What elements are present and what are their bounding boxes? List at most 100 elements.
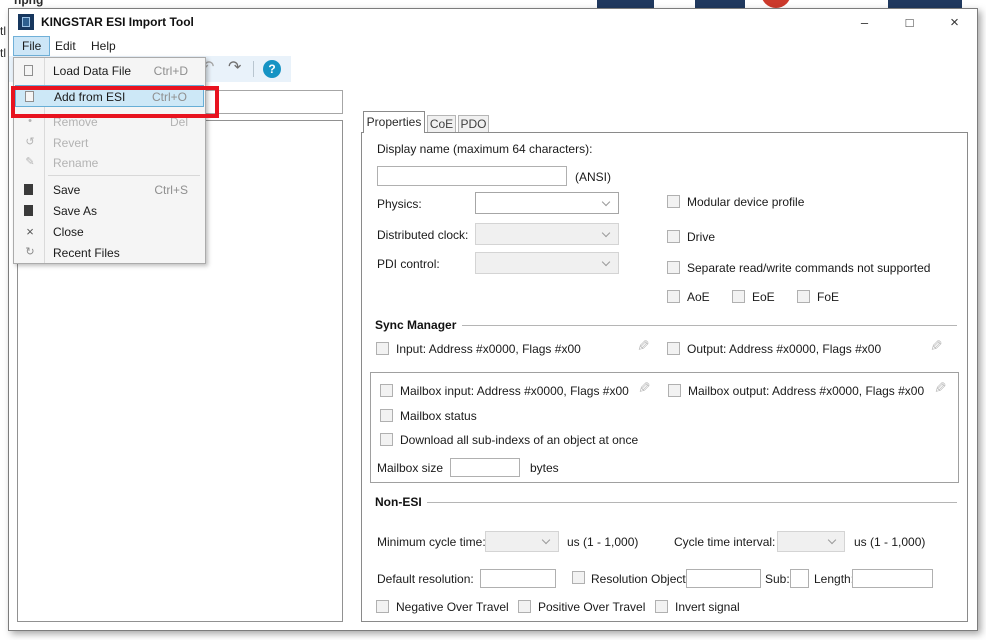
separate-rw-label: Separate read/write commands not support… (687, 261, 930, 275)
sub-label: Sub: (765, 572, 790, 586)
background-red-logo (761, 0, 791, 8)
negative-over-travel-label: Negative Over Travel (396, 600, 509, 614)
mailbox-size-label: Mailbox size (377, 461, 443, 475)
close-button[interactable]: × (932, 9, 977, 35)
pdi-control-select (475, 252, 619, 274)
recent-files-icon: ↻ (22, 245, 38, 260)
physics-select[interactable] (475, 192, 619, 214)
menu-item-label: Revert (53, 136, 88, 150)
revert-icon: ↺ (22, 135, 38, 150)
pdi-control-label: PDI control: (377, 257, 440, 271)
default-resolution-input[interactable] (480, 569, 556, 588)
toolbar-separator (253, 61, 254, 77)
menu-item-revert: ↺ Revert (15, 132, 204, 153)
menu-item-label: Recent Files (53, 246, 120, 260)
background-text-fragment: tl (0, 24, 6, 38)
menu-file[interactable]: File (13, 36, 50, 56)
tab-coe[interactable]: CoE (427, 115, 456, 133)
invert-signal-label: Invert signal (675, 600, 740, 614)
sync-manager-header: Sync Manager (375, 318, 456, 332)
invert-signal-checkbox[interactable] (655, 600, 668, 613)
mailbox-status-label: Mailbox status (400, 409, 477, 423)
mailbox-output-checkbox[interactable] (668, 384, 681, 397)
menu-item-recent-files[interactable]: ↻ Recent Files (15, 242, 204, 263)
menu-item-label: Rename (53, 156, 98, 170)
sm-output-checkbox[interactable] (667, 342, 680, 355)
edit-pencil-icon[interactable]: ✎ (637, 337, 650, 355)
ansi-label: (ANSI) (575, 170, 611, 184)
display-name-input[interactable] (377, 166, 567, 186)
menu-item-save-as[interactable]: Save As (15, 200, 204, 221)
app-window: KINGSTAR ESI Import Tool – □ × File Edit… (8, 8, 978, 631)
separate-rw-checkbox[interactable] (667, 261, 680, 274)
edit-pencil-icon[interactable]: ✎ (934, 379, 947, 397)
default-resolution-label: Default resolution: (377, 572, 474, 586)
cycle-time-interval-label: Cycle time interval: (674, 535, 775, 549)
rename-icon: ✎ (22, 155, 38, 170)
menu-item-rename: ✎ Rename (15, 152, 204, 173)
chevron-down-icon (602, 258, 610, 266)
download-subindexes-label: Download all sub-indexs of an object at … (400, 433, 638, 447)
background-text-fragment: tl (0, 46, 6, 60)
tab-pdo[interactable]: PDO (458, 115, 489, 133)
maximize-button[interactable]: □ (887, 9, 932, 35)
download-subindexes-checkbox[interactable] (380, 433, 393, 446)
menu-item-shortcut: Ctrl+D (154, 64, 188, 78)
tab-properties[interactable]: Properties (363, 111, 425, 133)
edit-pencil-icon[interactable]: ✎ (638, 379, 651, 397)
mailbox-output-label: Mailbox output: Address #x0000, Flags #x… (688, 384, 924, 398)
length-label: Length: (814, 572, 854, 586)
section-rule (427, 502, 957, 503)
mailbox-input-label: Mailbox input: Address #x0000, Flags #x0… (400, 384, 629, 398)
modular-device-profile-checkbox[interactable] (667, 195, 680, 208)
non-esi-header: Non-ESI (375, 495, 422, 509)
foe-checkbox[interactable] (797, 290, 810, 303)
menu-item-shortcut: Ctrl+S (154, 183, 188, 197)
mailbox-size-input[interactable] (450, 458, 520, 477)
resolution-object-input[interactable] (686, 569, 761, 588)
display-name-label: Display name (maximum 64 characters): (377, 142, 592, 156)
load-file-icon (24, 65, 33, 76)
sub-input[interactable] (790, 569, 809, 588)
resolution-object-checkbox[interactable] (572, 571, 585, 584)
chevron-down-icon (828, 536, 836, 544)
app-icon (18, 14, 34, 30)
close-file-icon: × (22, 224, 38, 239)
mailbox-input-checkbox[interactable] (380, 384, 393, 397)
document-icon (22, 17, 30, 27)
drive-label: Drive (687, 230, 715, 244)
physics-label: Physics: (377, 197, 422, 211)
menu-item-label: Save As (53, 204, 97, 218)
menu-edit[interactable]: Edit (47, 36, 84, 56)
sm-input-checkbox[interactable] (376, 342, 389, 355)
menu-item-label: Close (53, 225, 84, 239)
negative-over-travel-checkbox[interactable] (376, 600, 389, 613)
annotation-highlight-box (11, 86, 219, 118)
save-icon (24, 184, 33, 195)
aoe-checkbox[interactable] (667, 290, 680, 303)
resolution-object-label: Resolution Object: (591, 572, 689, 586)
minimize-button[interactable]: – (842, 9, 887, 35)
positive-over-travel-checkbox[interactable] (518, 600, 531, 613)
redo-icon[interactable]: ↷ (228, 59, 241, 77)
chevron-down-icon (602, 198, 610, 206)
menu-item-save[interactable]: Save Ctrl+S (15, 179, 204, 200)
foe-label: FoE (817, 290, 839, 304)
cycle-time-interval-select (777, 531, 845, 552)
eoe-checkbox[interactable] (732, 290, 745, 303)
positive-over-travel-label: Positive Over Travel (538, 600, 645, 614)
mailbox-status-checkbox[interactable] (380, 409, 393, 422)
menu-item-load-data-file[interactable]: Load Data File Ctrl+D (15, 60, 204, 81)
properties-panel: Display name (maximum 64 characters): (A… (361, 132, 968, 622)
distributed-clock-label: Distributed clock: (377, 228, 468, 242)
drive-checkbox[interactable] (667, 230, 680, 243)
length-input[interactable] (852, 569, 933, 588)
section-rule (462, 325, 957, 326)
menu-item-close[interactable]: × Close (15, 221, 204, 242)
edit-pencil-icon[interactable]: ✎ (930, 337, 943, 355)
help-icon[interactable]: ? (263, 60, 281, 78)
aoe-label: AoE (687, 290, 710, 304)
menubar: File Edit Help (9, 35, 977, 56)
background-text-fragment: npng (14, 0, 43, 7)
menu-help[interactable]: Help (83, 36, 124, 56)
